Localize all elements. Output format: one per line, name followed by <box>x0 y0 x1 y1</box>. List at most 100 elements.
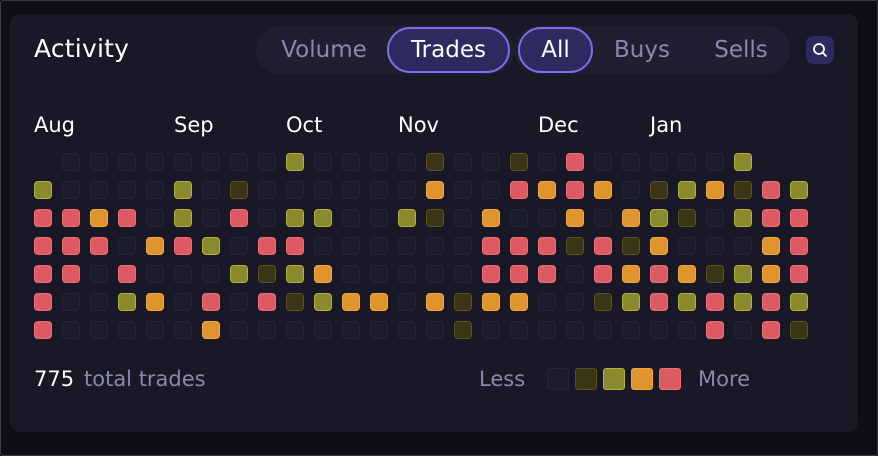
heatmap-cell[interactable] <box>454 293 472 311</box>
heatmap-cell[interactable] <box>566 321 584 339</box>
heatmap-cell[interactable] <box>174 237 192 255</box>
heatmap-cell[interactable] <box>342 153 360 171</box>
tab-buys[interactable]: Buys <box>603 27 681 73</box>
heatmap-cell[interactable] <box>34 181 52 199</box>
heatmap-cell[interactable] <box>482 265 500 283</box>
heatmap-cell[interactable] <box>146 181 164 199</box>
heatmap-cell[interactable] <box>258 293 276 311</box>
heatmap-cell[interactable] <box>286 293 304 311</box>
heatmap-cell[interactable] <box>90 265 108 283</box>
heatmap-cell[interactable] <box>594 237 612 255</box>
heatmap-cell[interactable] <box>510 209 528 227</box>
heatmap-cell[interactable] <box>678 321 696 339</box>
heatmap-cell[interactable] <box>762 321 780 339</box>
heatmap-cell[interactable] <box>174 181 192 199</box>
heatmap-cell[interactable] <box>314 321 332 339</box>
heatmap-cell[interactable] <box>510 153 528 171</box>
heatmap-cell[interactable] <box>146 153 164 171</box>
heatmap-cell[interactable] <box>258 181 276 199</box>
heatmap-cell[interactable] <box>622 181 640 199</box>
heatmap-cell[interactable] <box>734 153 752 171</box>
heatmap-cell[interactable] <box>426 321 444 339</box>
heatmap-cell[interactable] <box>146 209 164 227</box>
heatmap-cell[interactable] <box>622 265 640 283</box>
heatmap-cell[interactable] <box>230 181 248 199</box>
heatmap-cell[interactable] <box>650 237 668 255</box>
heatmap-cell[interactable] <box>678 265 696 283</box>
heatmap-cell[interactable] <box>678 237 696 255</box>
heatmap-cell[interactable] <box>482 209 500 227</box>
heatmap-cell[interactable] <box>370 181 388 199</box>
heatmap-cell[interactable] <box>622 321 640 339</box>
heatmap-cell[interactable] <box>342 237 360 255</box>
heatmap-cell[interactable] <box>34 237 52 255</box>
heatmap-cell[interactable] <box>566 293 584 311</box>
heatmap-cell[interactable] <box>370 237 388 255</box>
heatmap-cell[interactable] <box>230 265 248 283</box>
heatmap-cell[interactable] <box>90 181 108 199</box>
heatmap-cell[interactable] <box>706 153 724 171</box>
heatmap-cell[interactable] <box>370 321 388 339</box>
heatmap-cell[interactable] <box>426 265 444 283</box>
heatmap-cell[interactable] <box>538 321 556 339</box>
heatmap-cell[interactable] <box>286 237 304 255</box>
heatmap-cell[interactable] <box>314 181 332 199</box>
heatmap-cell[interactable] <box>566 153 584 171</box>
tab-sells[interactable]: Sells <box>703 27 779 73</box>
heatmap-cell[interactable] <box>62 293 80 311</box>
heatmap-cell[interactable] <box>342 181 360 199</box>
heatmap-cell[interactable] <box>566 209 584 227</box>
heatmap-cell[interactable] <box>342 209 360 227</box>
heatmap-cell[interactable] <box>118 181 136 199</box>
heatmap-cell[interactable] <box>566 265 584 283</box>
heatmap-cell[interactable] <box>202 237 220 255</box>
heatmap-cell[interactable] <box>454 237 472 255</box>
heatmap-cell[interactable] <box>314 237 332 255</box>
heatmap-cell[interactable] <box>482 293 500 311</box>
heatmap-cell[interactable] <box>426 237 444 255</box>
heatmap-cell[interactable] <box>510 237 528 255</box>
heatmap-cell[interactable] <box>370 293 388 311</box>
heatmap-cell[interactable] <box>342 265 360 283</box>
heatmap-cell[interactable] <box>202 321 220 339</box>
heatmap-cell[interactable] <box>790 265 808 283</box>
heatmap-cell[interactable] <box>790 293 808 311</box>
heatmap-cell[interactable] <box>678 209 696 227</box>
heatmap-cell[interactable] <box>622 237 640 255</box>
heatmap-cell[interactable] <box>90 209 108 227</box>
heatmap-cell[interactable] <box>118 293 136 311</box>
heatmap-cell[interactable] <box>622 153 640 171</box>
heatmap-cell[interactable] <box>342 293 360 311</box>
search-button[interactable] <box>806 36 834 64</box>
heatmap-cell[interactable] <box>230 321 248 339</box>
heatmap-cell[interactable] <box>510 321 528 339</box>
heatmap-cell[interactable] <box>482 237 500 255</box>
heatmap-cell[interactable] <box>258 153 276 171</box>
heatmap-cell[interactable] <box>482 181 500 199</box>
heatmap-cell[interactable] <box>34 209 52 227</box>
heatmap-cell[interactable] <box>706 293 724 311</box>
heatmap-cell[interactable] <box>650 265 668 283</box>
heatmap-cell[interactable] <box>286 321 304 339</box>
heatmap-cell[interactable] <box>90 237 108 255</box>
heatmap-cell[interactable] <box>762 265 780 283</box>
heatmap-cell[interactable] <box>90 293 108 311</box>
heatmap-cell[interactable] <box>426 153 444 171</box>
heatmap-cell[interactable] <box>286 209 304 227</box>
heatmap-cell[interactable] <box>174 293 192 311</box>
heatmap-cell[interactable] <box>174 209 192 227</box>
heatmap-cell[interactable] <box>62 265 80 283</box>
heatmap-cell[interactable] <box>62 321 80 339</box>
heatmap-cell[interactable] <box>62 181 80 199</box>
heatmap-cell[interactable] <box>230 293 248 311</box>
tab-all[interactable]: All <box>518 27 593 73</box>
heatmap-cell[interactable] <box>90 153 108 171</box>
heatmap-cell[interactable] <box>538 237 556 255</box>
heatmap-cell[interactable] <box>706 209 724 227</box>
heatmap-cell[interactable] <box>650 209 668 227</box>
heatmap-cell[interactable] <box>538 153 556 171</box>
heatmap-cell[interactable] <box>734 265 752 283</box>
heatmap-cell[interactable] <box>594 181 612 199</box>
heatmap-cell[interactable] <box>398 265 416 283</box>
heatmap-cell[interactable] <box>594 153 612 171</box>
